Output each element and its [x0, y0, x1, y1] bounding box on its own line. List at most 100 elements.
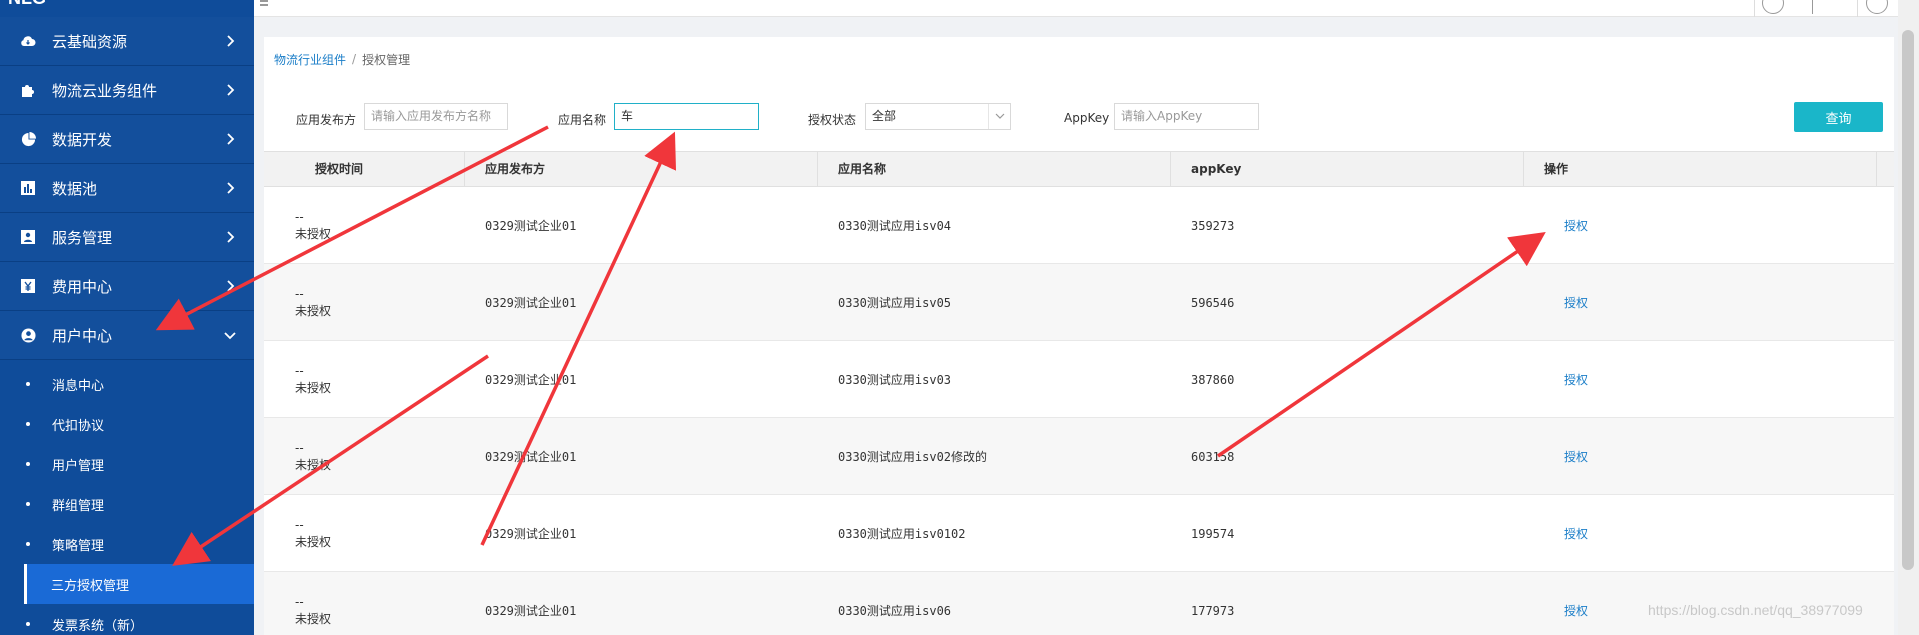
sidebar-item-label: 物流云业务组件 [52, 81, 158, 100]
app-name-input[interactable]: 车 [614, 103, 759, 130]
sidebar: NLG 云基础资源 物流云业务组件 数据开发 数据池 服务管理 费用中心 用户中… [0, 0, 254, 635]
publisher-input[interactable]: 请输入应用发布方名称 [364, 103, 508, 130]
sidebar-item-service[interactable]: 服务管理 [0, 213, 254, 262]
sidebar-item-label: 数据池 [52, 179, 98, 198]
breadcrumb-parent[interactable]: 物流行业组件 [274, 51, 346, 68]
divider [1857, 0, 1858, 17]
auth-time: -- [295, 209, 304, 224]
authorize-link[interactable]: 授权 [1544, 418, 1588, 495]
sidebar-subitem-groups[interactable]: 群组管理 [0, 484, 254, 524]
chevron-right-icon [227, 133, 235, 145]
publisher-cell: 0329测试企业01 [485, 450, 577, 464]
user-icon [18, 325, 38, 345]
sidebar-subitem-label: 群组管理 [52, 498, 105, 514]
sidebar-subitem-label: 用户管理 [52, 458, 105, 474]
auth-time-cell: -- 未授权 [264, 264, 465, 341]
appkey-input[interactable]: 请输入AppKey [1114, 103, 1259, 130]
app-name-cell: 0330测试应用isv0102 [838, 527, 966, 541]
sidebar-item-cloud[interactable]: 云基础资源 [0, 17, 254, 66]
sidebar-subitem-invoice[interactable]: 发票系统（新） [0, 604, 254, 635]
sidebar-subitem-label: 代扣协议 [52, 418, 105, 434]
bullet-icon [26, 502, 30, 506]
auth-time: -- [295, 286, 304, 301]
user-avatar-icon[interactable] [1866, 0, 1888, 14]
app-name-cell: 0330测试应用isv03 [838, 373, 952, 387]
sidebar-item-billing[interactable]: 费用中心 [0, 262, 254, 311]
pie-chart-icon [18, 129, 38, 149]
authorize-link[interactable]: 授权 [1544, 572, 1588, 635]
auth-status: 未授权 [295, 611, 332, 626]
chevron-down-icon [224, 332, 236, 340]
sidebar-item-data-pool[interactable]: 数据池 [0, 164, 254, 213]
sidebar-subitem-policies[interactable]: 策略管理 [0, 524, 254, 564]
auth-time-cell: -- 未授权 [264, 341, 465, 418]
publisher-cell: 0329测试企业01 [485, 527, 577, 541]
bullet-icon [26, 542, 30, 546]
publisher-cell: 0329测试企业01 [485, 219, 577, 233]
table-row: -- 未授权 0329测试企业01 0330测试应用isv04 359273 授权 [264, 187, 1894, 264]
sidebar-item-label: 费用中心 [52, 277, 113, 296]
publisher-cell: 0329测试企业01 [485, 604, 577, 618]
sidebar-subitem-third-party-auth[interactable]: 三方授权管理 [24, 564, 254, 604]
auth-status-select[interactable]: 全部 [865, 103, 1011, 130]
sidebar-item-label: 云基础资源 [52, 32, 128, 51]
scrollbar-thumb[interactable] [1902, 30, 1914, 570]
chevron-right-icon [227, 84, 235, 96]
table-row: -- 未授权 0329测试企业01 0330测试应用isv0102 199574 … [264, 495, 1894, 572]
chevron-right-icon [227, 35, 235, 47]
bullet-icon [26, 462, 30, 466]
sidebar-subitem-messages[interactable]: 消息中心 [0, 364, 254, 404]
breadcrumb-separator: / [352, 52, 357, 66]
authorize-link[interactable]: 授权 [1544, 187, 1588, 264]
app-name-cell: 0330测试应用isv06 [838, 604, 952, 618]
auth-status: 未授权 [295, 380, 332, 395]
auth-time: -- [295, 517, 304, 532]
yen-icon [18, 276, 38, 296]
chevron-right-icon [227, 231, 235, 243]
puzzle-icon [18, 80, 38, 100]
auth-time-cell: -- 未授权 [264, 572, 465, 635]
help-icon[interactable] [1762, 0, 1784, 14]
app-name-label: 应用名称 [558, 113, 607, 127]
authorize-link[interactable]: 授权 [1544, 495, 1588, 572]
auth-time-cell: -- 未授权 [264, 495, 465, 572]
chevron-right-icon [227, 280, 235, 292]
app-name-cell: 0330测试应用isv04 [838, 219, 952, 233]
sidebar-subitem-label: 三方授权管理 [51, 578, 130, 594]
bell-icon[interactable] [1812, 0, 1830, 14]
filter-bar: 应用发布方 请输入应用发布方名称 应用名称 车 授权状态 全部 AppKey 请… [264, 81, 1894, 151]
auth-status: 未授权 [295, 226, 332, 241]
watermark: https://blog.csdn.net/qq_38977099 [1648, 602, 1863, 618]
auth-status: 未授权 [295, 457, 332, 472]
main-panel: 应用发布方 请输入应用发布方名称 应用名称 车 授权状态 全部 AppKey 请… [264, 81, 1894, 635]
sidebar-subitem-label: 策略管理 [52, 538, 105, 554]
breadcrumb: 物流行业组件 / 授权管理 [264, 37, 1894, 81]
app-name-cell: 0330测试应用isv05 [838, 296, 952, 310]
table-row: -- 未授权 0329测试企业01 0330测试应用isv03 387860 授权 [264, 341, 1894, 418]
vertical-scrollbar[interactable] [1898, 0, 1919, 635]
auth-status-value: 全部 [872, 109, 897, 123]
sidebar-item-data-dev[interactable]: 数据开发 [0, 115, 254, 164]
table-row: -- 未授权 0329测试企业01 0330测试应用isv02修改的 603158… [264, 418, 1894, 495]
column-header: 应用发布方 [465, 152, 818, 186]
sidebar-subitem-users[interactable]: 用户管理 [0, 444, 254, 484]
sidebar-subitem-deduction[interactable]: 代扣协议 [0, 404, 254, 444]
column-header: 操作 [1524, 152, 1877, 186]
sidebar-item-logistics[interactable]: 物流云业务组件 [0, 66, 254, 115]
auth-status-label: 授权状态 [808, 113, 857, 127]
authorize-link[interactable]: 授权 [1544, 341, 1588, 418]
sidebar-subitem-label: 发票系统（新） [52, 618, 144, 634]
chevron-down-icon [988, 104, 1010, 129]
query-button[interactable]: 查询 [1794, 102, 1883, 132]
appkey-cell: 387860 [1191, 372, 1235, 387]
appkey-cell: 603158 [1191, 449, 1235, 464]
sidebar-item-label: 服务管理 [52, 228, 113, 247]
column-header: appKey [1171, 152, 1524, 186]
auth-time: -- [295, 363, 304, 378]
table-header: 授权时间 应用发布方 应用名称 appKey 操作 [264, 151, 1894, 187]
sidebar-item-user-center[interactable]: 用户中心 [0, 311, 254, 360]
appkey-cell: 199574 [1191, 526, 1235, 541]
authorize-link[interactable]: 授权 [1544, 264, 1588, 341]
auth-time: -- [295, 594, 304, 609]
menu-toggle-icon[interactable] [260, 0, 268, 6]
